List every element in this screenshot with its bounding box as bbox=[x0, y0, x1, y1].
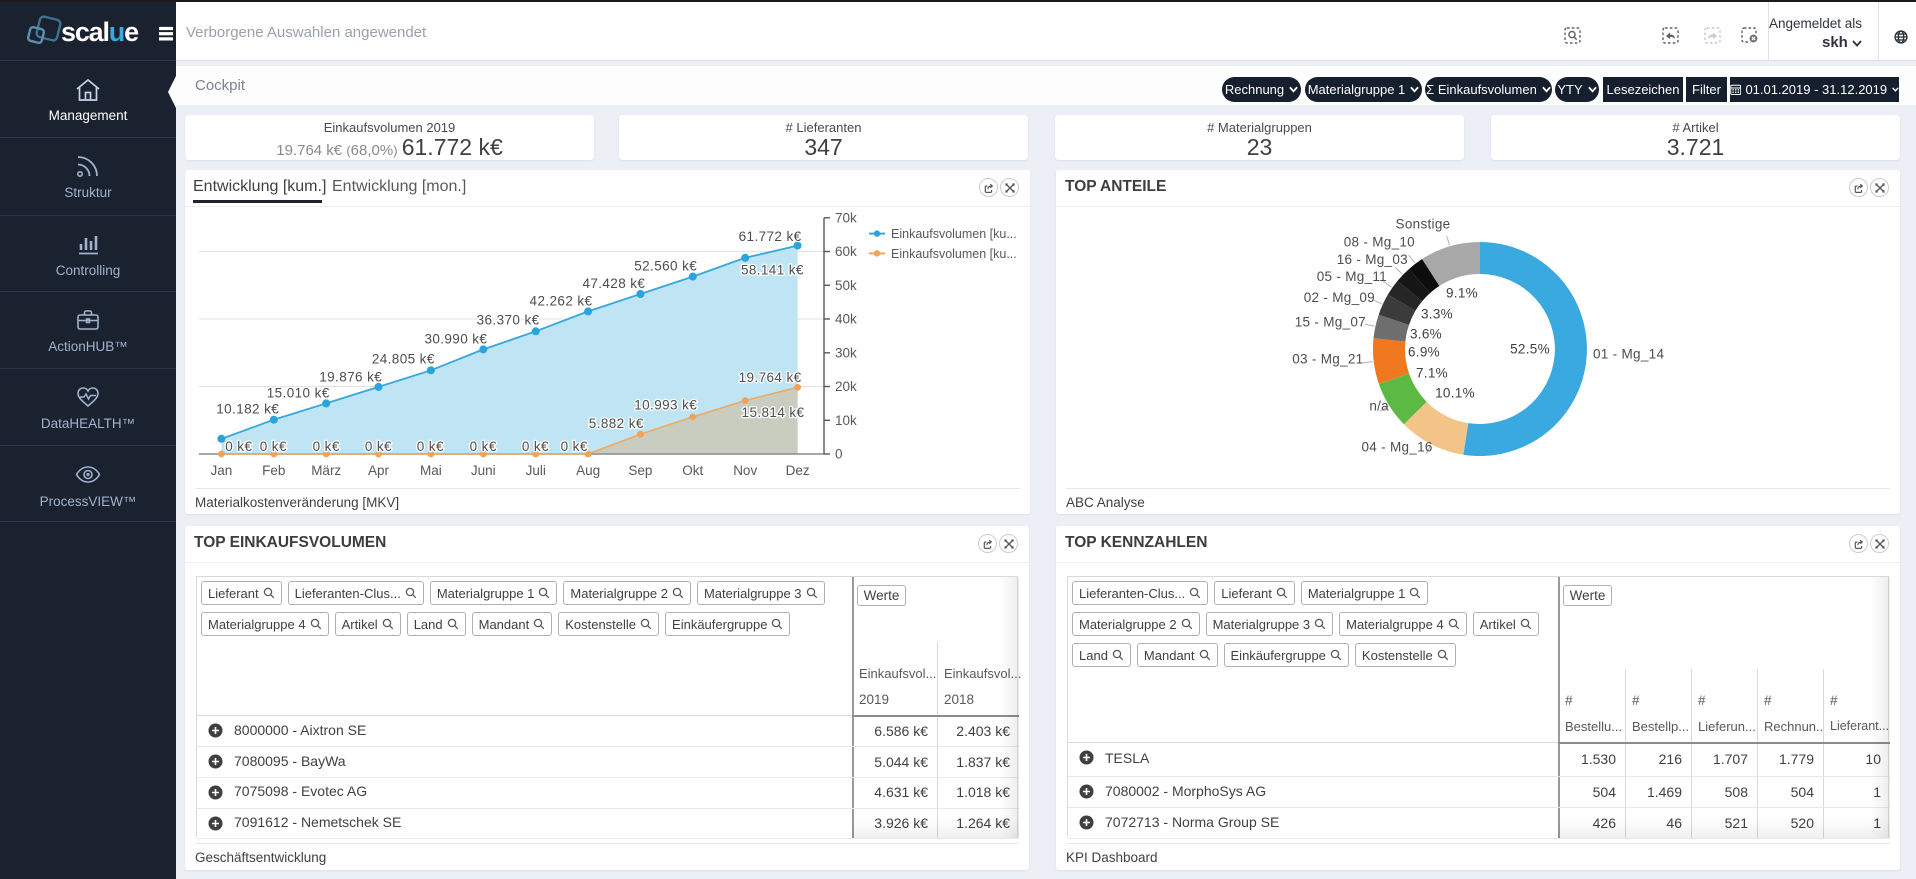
svg-text:36.370 k€: 36.370 k€ bbox=[477, 313, 540, 328]
svg-text:6.9%: 6.9% bbox=[1408, 345, 1440, 360]
svg-text:3.3%: 3.3% bbox=[1421, 307, 1453, 322]
svg-text:Sonstige: Sonstige bbox=[1396, 216, 1451, 231]
svg-text:Einkaufsvolumen [ku...: Einkaufsvolumen [ku... bbox=[891, 247, 1017, 261]
svg-text:9.1%: 9.1% bbox=[1446, 286, 1478, 301]
svg-text:Mai: Mai bbox=[420, 463, 442, 478]
svg-text:60k: 60k bbox=[835, 244, 857, 259]
svg-text:0 k€: 0 k€ bbox=[561, 439, 588, 454]
svg-text:Nov: Nov bbox=[733, 463, 757, 478]
svg-text:10.1%: 10.1% bbox=[1435, 386, 1475, 401]
svg-text:50k: 50k bbox=[835, 278, 857, 293]
svg-text:03 - Mg_21: 03 - Mg_21 bbox=[1292, 351, 1363, 366]
svg-text:24.805 k€: 24.805 k€ bbox=[372, 352, 435, 367]
svg-text:19.876 k€: 19.876 k€ bbox=[319, 369, 382, 384]
svg-text:10.182 k€: 10.182 k€ bbox=[216, 402, 279, 417]
svg-text:47.428 k€: 47.428 k€ bbox=[582, 276, 645, 291]
svg-text:15.010 k€: 15.010 k€ bbox=[267, 385, 330, 400]
svg-text:0 k€: 0 k€ bbox=[522, 439, 549, 454]
svg-text:10k: 10k bbox=[835, 413, 857, 428]
svg-text:0 k€: 0 k€ bbox=[417, 439, 444, 454]
svg-text:Dez: Dez bbox=[786, 463, 810, 478]
svg-text:Jan: Jan bbox=[211, 463, 233, 478]
svg-text:40k: 40k bbox=[835, 312, 857, 327]
svg-text:19.764 k€: 19.764 k€ bbox=[739, 370, 802, 385]
svg-text:Juli: Juli bbox=[526, 463, 546, 478]
svg-text:3.6%: 3.6% bbox=[1410, 327, 1442, 342]
svg-text:02 - Mg_09: 02 - Mg_09 bbox=[1304, 290, 1375, 305]
svg-text:30.990 k€: 30.990 k€ bbox=[424, 331, 487, 346]
svg-text:Einkaufsvolumen [ku...: Einkaufsvolumen [ku... bbox=[891, 227, 1017, 241]
svg-text:Feb: Feb bbox=[262, 463, 285, 478]
svg-text:01 - Mg_14: 01 - Mg_14 bbox=[1593, 347, 1664, 362]
svg-text:5.882 k€: 5.882 k€ bbox=[589, 416, 644, 431]
svg-text:n/a: n/a bbox=[1369, 399, 1389, 414]
svg-text:Sep: Sep bbox=[628, 463, 652, 478]
svg-text:Apr: Apr bbox=[368, 463, 390, 478]
svg-text:15 - Mg_07: 15 - Mg_07 bbox=[1295, 315, 1366, 330]
svg-text:05 - Mg_11: 05 - Mg_11 bbox=[1317, 269, 1387, 284]
svg-text:7.1%: 7.1% bbox=[1416, 366, 1448, 381]
svg-text:70k: 70k bbox=[835, 210, 857, 225]
svg-text:04 - Mg_16: 04 - Mg_16 bbox=[1361, 439, 1432, 454]
svg-text:0 k€: 0 k€ bbox=[313, 439, 340, 454]
svg-text:52.560 k€: 52.560 k€ bbox=[634, 259, 697, 274]
svg-text:0 k€: 0 k€ bbox=[365, 439, 392, 454]
svg-text:scalue: scalue bbox=[61, 17, 139, 47]
svg-text:0 k€: 0 k€ bbox=[260, 439, 287, 454]
svg-text:15.814 k€: 15.814 k€ bbox=[742, 405, 805, 420]
svg-text:10.993 k€: 10.993 k€ bbox=[634, 397, 697, 412]
svg-text:61.772 k€: 61.772 k€ bbox=[739, 229, 802, 244]
svg-text:0 k€: 0 k€ bbox=[225, 439, 252, 454]
svg-text:58.141 k€: 58.141 k€ bbox=[741, 263, 804, 278]
svg-text:16 - Mg_03: 16 - Mg_03 bbox=[1337, 252, 1408, 267]
svg-text:20k: 20k bbox=[835, 379, 857, 394]
svg-text:0: 0 bbox=[835, 447, 843, 462]
svg-text:Juni: Juni bbox=[471, 463, 496, 478]
svg-text:0 k€: 0 k€ bbox=[470, 439, 497, 454]
svg-text:42.262 k€: 42.262 k€ bbox=[530, 294, 593, 309]
svg-text:08 - Mg_10: 08 - Mg_10 bbox=[1344, 235, 1415, 250]
svg-text:52.5%: 52.5% bbox=[1510, 342, 1550, 357]
svg-text:Aug: Aug bbox=[576, 463, 600, 478]
svg-text:30k: 30k bbox=[835, 345, 857, 360]
svg-text:März: März bbox=[311, 463, 341, 478]
svg-text:Okt: Okt bbox=[682, 463, 703, 478]
